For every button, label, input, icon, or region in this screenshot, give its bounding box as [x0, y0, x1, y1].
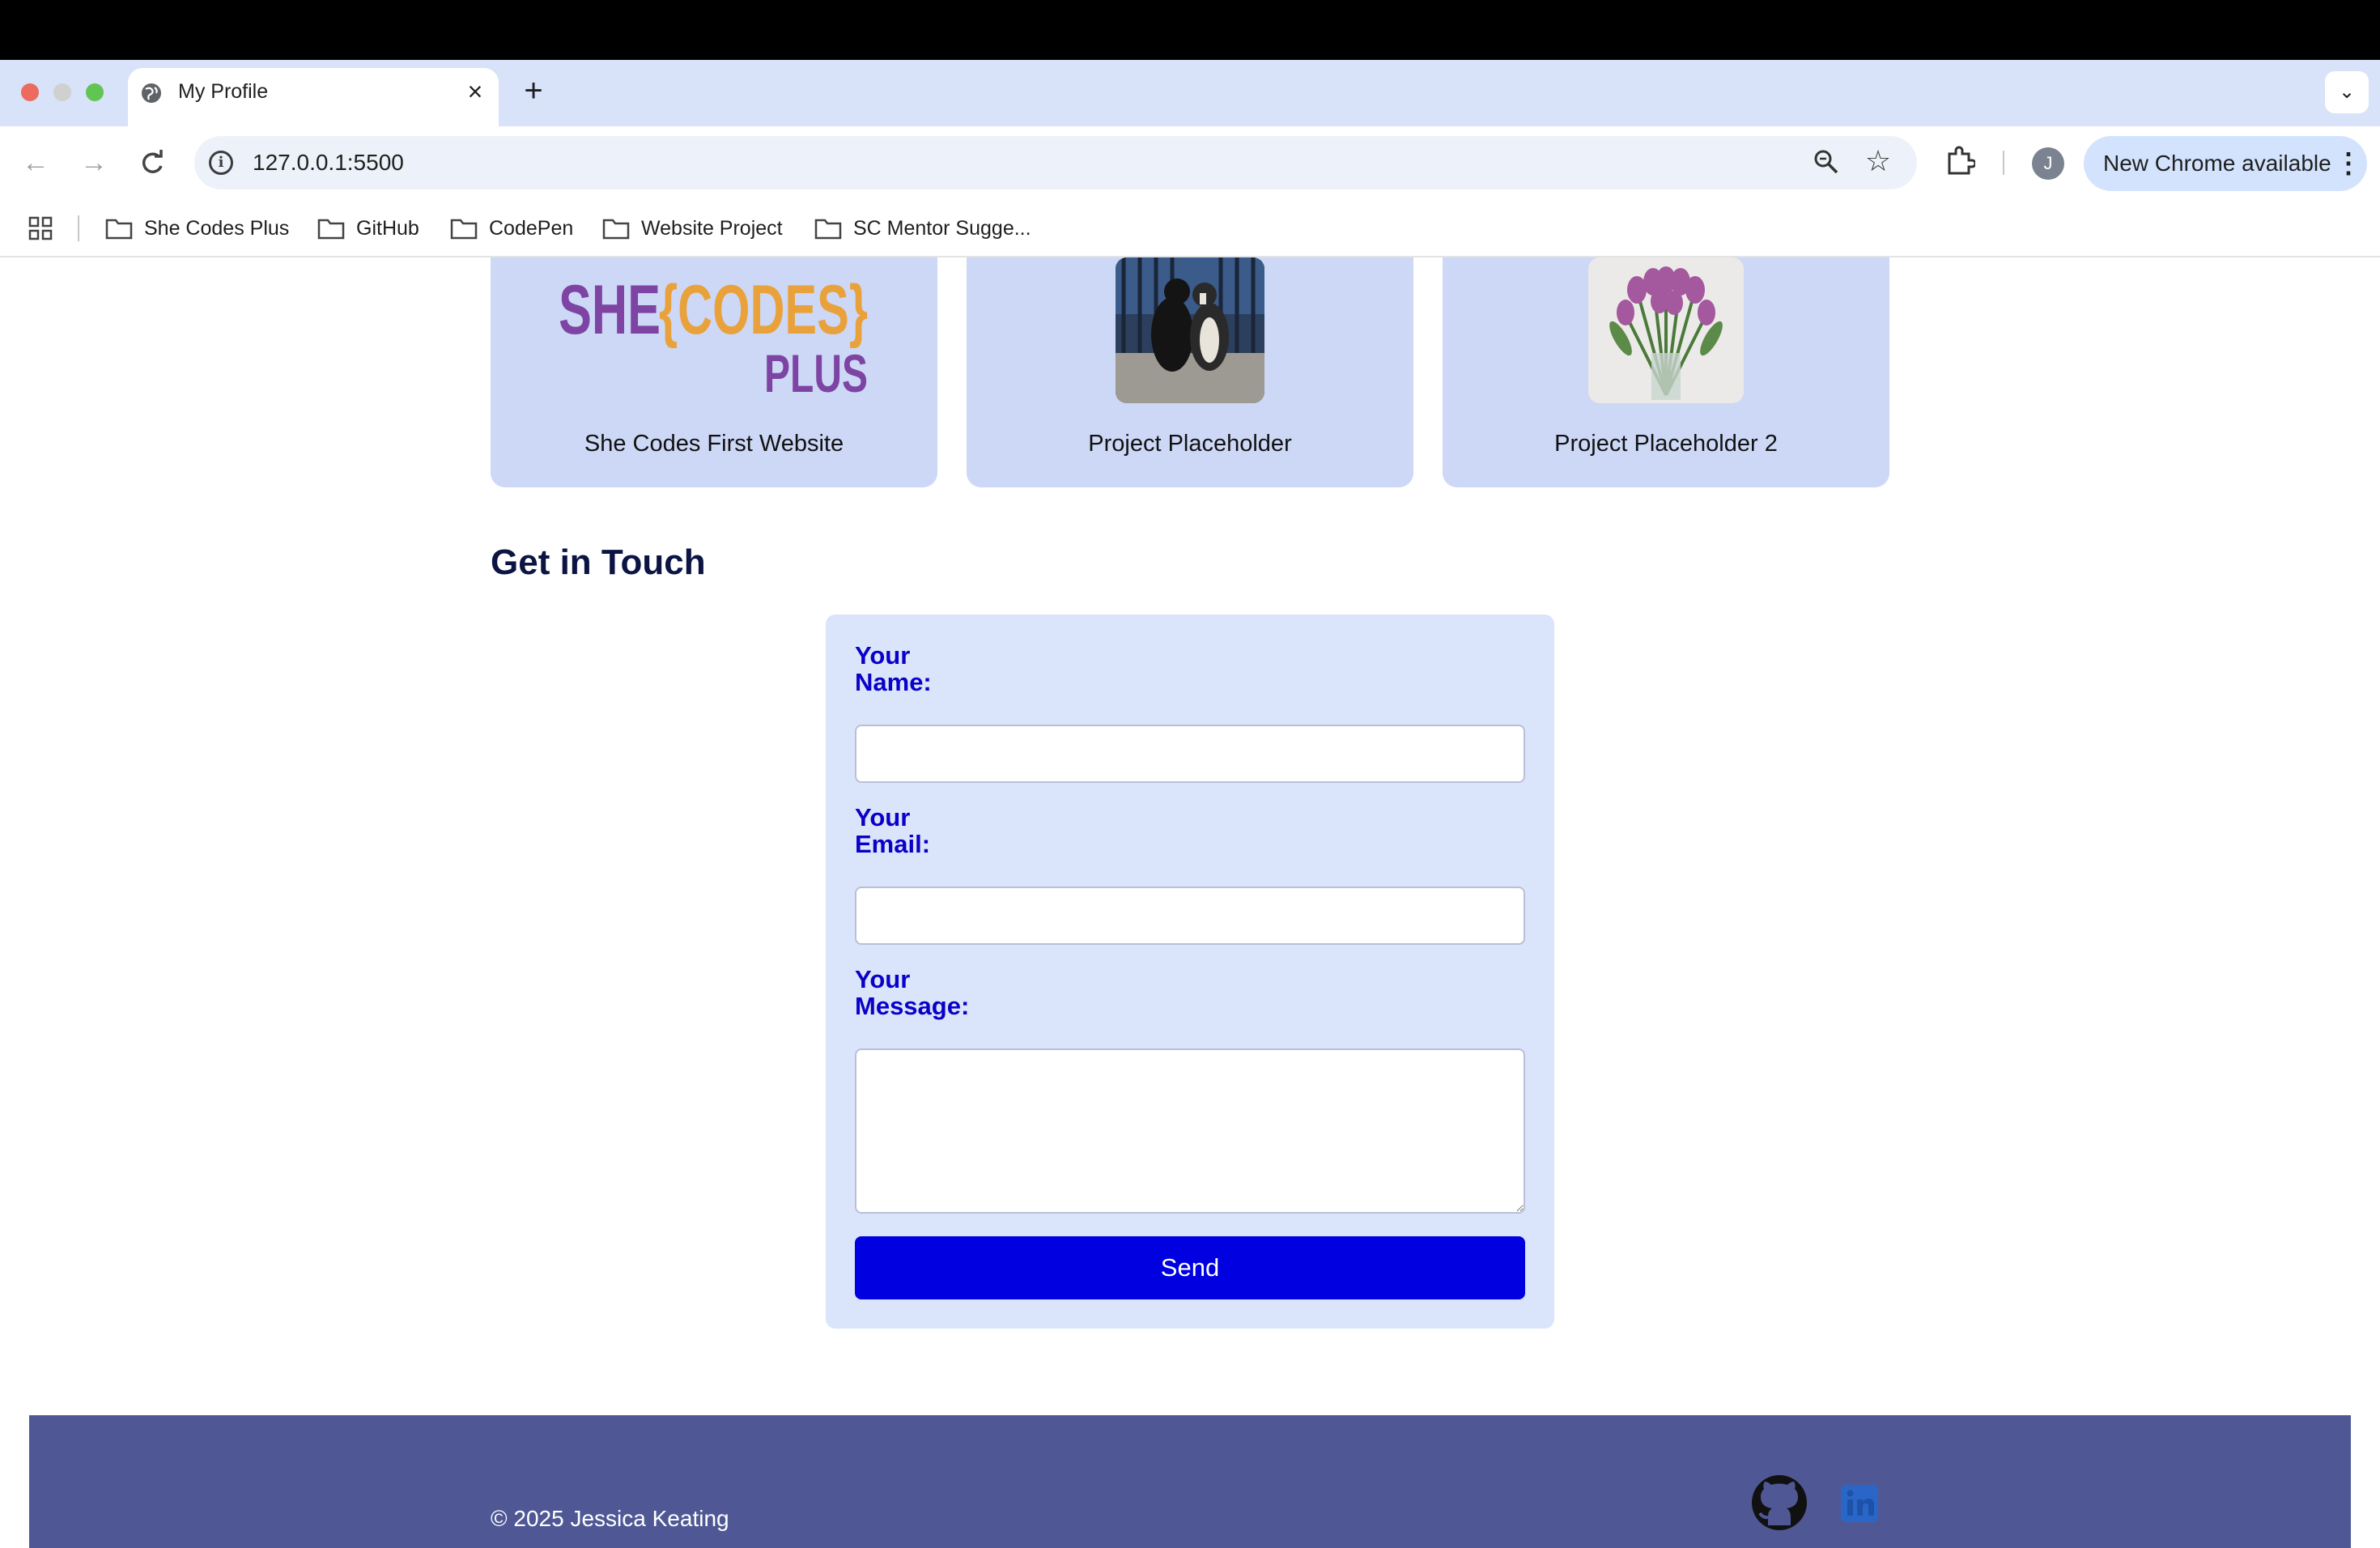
page-viewport: SHE {CODES} PLUS She Codes First Website… — [0, 257, 2380, 1548]
dogs-photo — [1116, 257, 1264, 403]
bookmark-label: Website Project — [641, 216, 783, 240]
contact-form: Your Name: Your Email: Your Message: Sen… — [826, 615, 1554, 1329]
she-codes-plus-logo: SHE {CODES} PLUS — [559, 271, 868, 398]
toolbar-divider — [2003, 151, 2004, 175]
project-title: Project Placeholder — [1088, 431, 1292, 457]
folder-icon — [450, 219, 478, 240]
site-info-icon[interactable]: i — [209, 151, 233, 175]
chrome-menu-icon[interactable]: ⋮ — [2335, 149, 2362, 178]
folder-icon — [602, 219, 630, 240]
footer: © 2025 Jessica Keating — [29, 1415, 2351, 1548]
forward-arrow-icon[interactable]: → — [78, 146, 110, 180]
svg-text:{CODES}: {CODES} — [659, 271, 868, 349]
name-field[interactable] — [855, 725, 1525, 783]
tab-title: My Profile — [178, 80, 269, 103]
svg-text:SHE: SHE — [559, 271, 661, 349]
back-arrow-icon[interactable]: ← — [19, 146, 52, 180]
bookmark-label: CodePen — [489, 216, 574, 240]
message-field[interactable] — [855, 1048, 1525, 1214]
message-label: Your Message: — [855, 965, 970, 1020]
bookmark-codepen[interactable]: CodePen — [450, 212, 573, 245]
apps-grid-icon[interactable] — [28, 215, 53, 241]
send-button[interactable]: Send — [855, 1236, 1525, 1299]
bookmark-github[interactable]: GitHub — [317, 212, 419, 245]
bookmark-label: SC Mentor Sugge... — [853, 216, 1031, 240]
bookmark-star-icon[interactable]: ☆ — [1864, 146, 1893, 176]
close-window-button[interactable] — [21, 83, 39, 101]
linkedin-icon[interactable] — [1839, 1483, 1880, 1524]
bookmark-label: She Codes Plus — [144, 216, 290, 240]
name-label: Your Name: — [855, 641, 932, 696]
zoom-icon[interactable] — [1812, 147, 1841, 176]
project-card[interactable]: Project Placeholder — [967, 257, 1413, 487]
url-text[interactable]: 127.0.0.1:5500 — [253, 150, 404, 176]
folder-icon — [105, 219, 133, 240]
bookmark-label: GitHub — [356, 216, 419, 240]
new-chrome-label: New Chrome available — [2103, 151, 2331, 176]
project-card[interactable]: SHE {CODES} PLUS She Codes First Website — [491, 257, 937, 487]
new-tab-icon[interactable]: + — [520, 74, 547, 107]
bookmark-website-project[interactable]: Website Project — [602, 212, 783, 245]
bookmark-sc-mentor[interactable]: SC Mentor Sugge... — [814, 212, 1031, 245]
email-field[interactable] — [855, 887, 1525, 945]
menu-bar — [0, 0, 2380, 60]
reload-icon[interactable] — [136, 146, 168, 180]
minimize-window-button[interactable] — [53, 83, 71, 101]
svg-text:PLUS: PLUS — [764, 343, 868, 398]
folder-icon — [814, 219, 842, 240]
email-label: Your Email: — [855, 803, 931, 858]
bookmark-she-codes-plus[interactable]: She Codes Plus — [105, 212, 289, 245]
address-bar[interactable] — [194, 136, 1917, 189]
close-tab-icon[interactable]: × — [463, 78, 487, 105]
globe-icon — [142, 83, 161, 103]
tulips-photo — [1588, 257, 1744, 403]
copyright-text: © 2025 Jessica Keating — [491, 1506, 729, 1531]
tab-search-chevron-icon[interactable]: ⌄ — [2325, 71, 2369, 113]
bookmarks-separator — [78, 215, 79, 241]
profile-avatar[interactable]: J — [2032, 147, 2064, 180]
folder-icon — [317, 219, 345, 240]
contact-heading: Get in Touch — [491, 542, 706, 582]
github-icon[interactable] — [1750, 1474, 1808, 1532]
project-title: Project Placeholder 2 — [1554, 431, 1778, 457]
extensions-puzzle-icon[interactable] — [1944, 146, 1975, 176]
project-card[interactable]: Project Placeholder 2 — [1443, 257, 1889, 487]
maximize-window-button[interactable] — [86, 83, 104, 101]
project-title: She Codes First Website — [584, 431, 844, 457]
